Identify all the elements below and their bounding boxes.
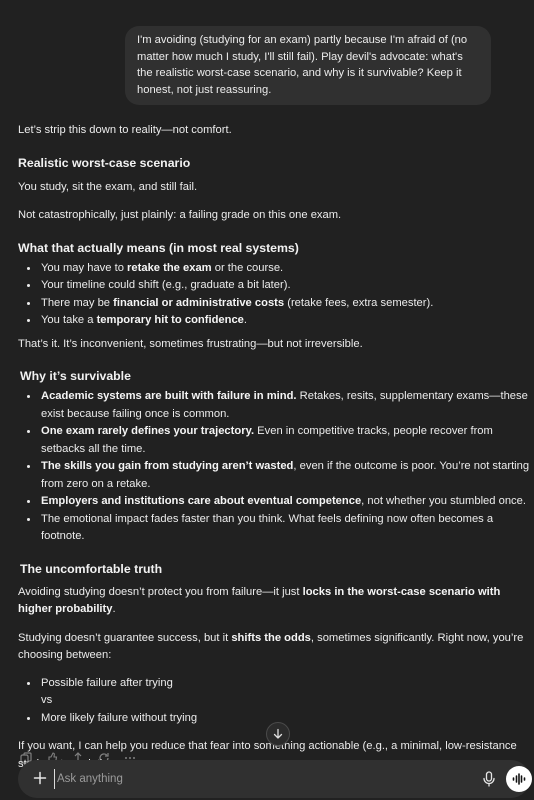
composer — [18, 760, 532, 798]
list-item: One exam rarely defines your trajectory.… — [39, 423, 530, 458]
heading-worst-case: Realistic worst-case scenario — [18, 155, 191, 170]
microphone-icon[interactable] — [482, 771, 496, 787]
scroll-to-bottom-button[interactable] — [266, 722, 290, 746]
list-item: There may be financial or administrative… — [39, 295, 530, 313]
truth-paragraph-1: Avoiding studying doesn’t protect you fr… — [18, 585, 501, 616]
worst-case-paragraph-2: Not catastrophically, just plainly: a fa… — [18, 209, 342, 221]
heading-survivable: Why it’s survivable — [20, 369, 131, 383]
list-item: You take a temporary hit to confidence. — [39, 312, 530, 330]
truth-paragraph-2: Studying doesn’t guarantee success, but … — [18, 631, 524, 662]
heading-uncomfortable-truth: The uncomfortable truth — [20, 561, 163, 576]
list-item: The emotional impact fades faster than y… — [39, 511, 530, 546]
arrow-down-icon — [273, 728, 283, 739]
worst-case-paragraph-1: You study, sit the exam, and still fail. — [18, 180, 198, 193]
user-message-text: I'm avoiding (studying for an exam) part… — [137, 34, 468, 96]
chat-thread: I'm avoiding (studying for an exam) part… — [0, 0, 534, 800]
options-list: Possible failure after trying — [18, 675, 530, 693]
vs-separator: vs — [41, 694, 53, 706]
user-message-bubble: I'm avoiding (studying for an exam) part… — [125, 26, 491, 105]
heading-what-it-means: What that actually means (in most real s… — [18, 240, 299, 255]
response-intro: Let’s strip this down to reality—not com… — [18, 124, 232, 136]
voice-mode-button[interactable] — [506, 766, 532, 792]
list-item: Employers and institutions care about ev… — [39, 493, 530, 511]
list-item: Academic systems are built with failure … — [39, 388, 530, 423]
list-item: The skills you gain from studying aren’t… — [39, 458, 530, 493]
means-closing: That’s it. It’s inconvenient, sometimes … — [18, 337, 363, 350]
survivable-list: Academic systems are built with failure … — [18, 388, 530, 546]
means-list: You may have to retake the exam or the c… — [18, 260, 530, 330]
list-item: Your timeline could shift (e.g., graduat… — [39, 277, 530, 295]
list-item: You may have to retake the exam or the c… — [39, 260, 530, 278]
list-item: Possible failure after trying — [39, 675, 530, 693]
voice-mode-icon — [512, 773, 526, 785]
message-input[interactable] — [54, 769, 477, 789]
plus-icon[interactable] — [32, 770, 48, 786]
assistant-message: Let’s strip this down to reality—not com… — [18, 122, 530, 773]
